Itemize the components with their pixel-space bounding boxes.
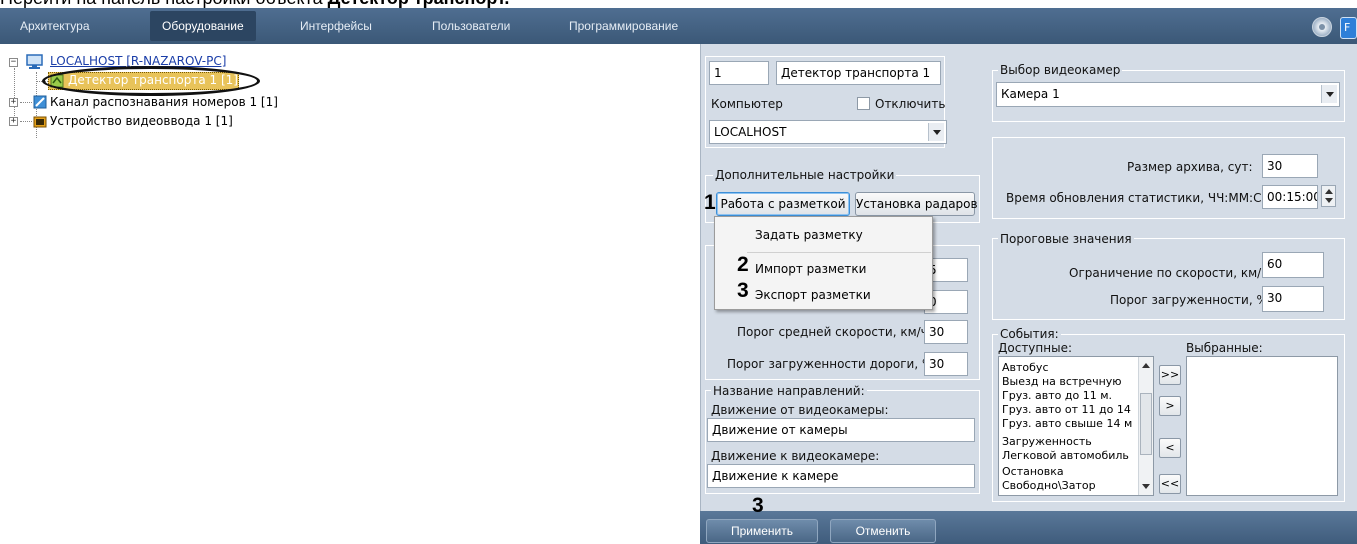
speed-limit-label: Ограничение по скорости, км/ч — [1069, 266, 1269, 280]
chevron-down-icon — [1321, 85, 1337, 103]
menu-item-export-markup[interactable]: Экспорт разметки — [755, 288, 871, 302]
main-menu-bar: Архитектура Оборудование Интерфейсы Поль… — [0, 8, 1357, 44]
step-2-marker: 2 — [737, 253, 749, 276]
scroll-up-icon[interactable] — [1142, 363, 1150, 368]
collapse-icon[interactable]: − — [9, 58, 18, 67]
road-load-label: Порог загруженности дороги, % — [727, 357, 934, 371]
expand-icon[interactable]: + — [9, 117, 18, 126]
camera-select[interactable]: Камера 1 — [996, 82, 1340, 107]
computer-select[interactable]: LOCALHOST — [709, 120, 947, 144]
list-item[interactable]: Груз. авто до 11 м. — [1002, 389, 1112, 402]
stats-update-spinner[interactable] — [1321, 185, 1336, 207]
events-available-list[interactable]: Автобус Выезд на встречную Груз. авто до… — [998, 356, 1154, 496]
video-input-icon — [33, 116, 47, 128]
load-threshold-label: Порог загруженности, % — [1110, 293, 1268, 307]
add-all-button[interactable]: >> — [1159, 365, 1181, 385]
stats-update-label: Время обновления статистики, ЧЧ:ММ:СС: — [1006, 191, 1274, 205]
remove-button[interactable]: < — [1159, 438, 1181, 458]
tab-architecture[interactable]: Архитектура — [8, 11, 102, 41]
computer-icon — [26, 54, 43, 69]
menu-item-set-markup[interactable]: Задать разметку — [755, 228, 863, 242]
tree-item-video-label[interactable]: Устройство видеоввода 1 [1] — [50, 114, 233, 128]
list-item[interactable]: Груз. авто свыше 14 м — [1002, 417, 1132, 430]
direction-from-field[interactable]: Движение от камеры — [707, 418, 975, 442]
direction-to-label: Движение к видеокамере: — [711, 449, 880, 463]
cancel-button[interactable]: Отменить — [830, 519, 936, 543]
list-item[interactable]: Свободно\Затор — [1002, 479, 1096, 492]
disable-checkbox[interactable] — [857, 97, 870, 110]
chevron-down-icon — [928, 123, 944, 141]
direction-to-field[interactable]: Движение к камере — [707, 464, 975, 488]
computer-label: Компьютер — [711, 97, 783, 111]
scroll-thumb[interactable] — [1140, 393, 1152, 455]
tab-users[interactable]: Пользователи — [420, 11, 522, 41]
menu-item-import-markup[interactable]: Импорт разметки — [755, 262, 866, 276]
list-item[interactable]: Груз. авто от 11 до 14 — [1002, 403, 1131, 416]
remove-all-button[interactable]: << — [1159, 474, 1181, 494]
list-item[interactable]: Выезд на встречную — [1002, 375, 1122, 388]
step-3-apply-marker: 3 — [752, 494, 764, 517]
avg-speed-field[interactable]: 30 — [924, 320, 968, 344]
tab-equipment[interactable]: Оборудование — [150, 11, 256, 41]
caption-text: Перейти на панель настройки объекта Дете… — [0, 0, 509, 8]
step-1-marker: 1 — [704, 191, 716, 214]
archive-size-field[interactable]: 30 — [1262, 154, 1318, 178]
object-id-field[interactable]: 1 — [709, 61, 769, 85]
events-group-label: События: — [998, 327, 1061, 341]
events-selected-label: Выбранные: — [1186, 341, 1263, 355]
object-name-field[interactable]: Детектор транспорта 1 — [776, 61, 941, 85]
avg-speed-label: Порог средней скорости, км/ч — [737, 325, 928, 339]
markup-button[interactable]: Работа с разметкой — [716, 192, 850, 216]
list-item[interactable]: Загруженность — [1002, 435, 1092, 448]
speed-limit-field[interactable]: 60 — [1262, 252, 1324, 278]
list-item[interactable]: Остановка — [1002, 465, 1064, 478]
additional-settings-label: Дополнительные настройки — [713, 168, 897, 182]
direction-from-label: Движение от видеокамеры: — [711, 403, 889, 417]
archive-size-label: Размер архива, сут: — [1127, 160, 1253, 174]
road-load-field[interactable]: 30 — [924, 352, 968, 376]
directions-group-label: Название направлений: — [711, 384, 867, 398]
tab-programming[interactable]: Программирование — [557, 11, 690, 41]
add-button[interactable]: > — [1159, 396, 1181, 416]
recognition-channel-icon — [33, 95, 47, 109]
tab-interfaces[interactable]: Интерфейсы — [288, 11, 384, 41]
camera-select-value: Камера 1 — [1001, 87, 1060, 101]
load-threshold-field[interactable]: 30 — [1262, 286, 1324, 312]
gear-icon[interactable] — [1312, 17, 1332, 37]
highlight-ellipse — [42, 66, 260, 96]
object-tree: − LOCALHOST [R-NAZAROV-PC] Детектор тран… — [0, 44, 700, 544]
events-available-label: Доступные: — [998, 341, 1072, 355]
menu-separator — [747, 252, 931, 253]
stats-update-field[interactable]: 00:15:00 — [1262, 185, 1318, 209]
apply-button[interactable]: Применить — [706, 519, 818, 543]
scroll-down-icon[interactable] — [1142, 484, 1150, 489]
step-3-marker: 3 — [737, 279, 749, 302]
radar-button[interactable]: Установка радаров — [855, 192, 978, 216]
events-selected-list[interactable] — [1186, 356, 1338, 496]
disable-label: Отключить — [875, 97, 946, 111]
camera-group-label: Выбор видеокамер — [998, 63, 1123, 77]
list-item[interactable]: Автобус — [1002, 361, 1049, 374]
footer-bar: Применить Отменить — [700, 511, 1357, 544]
computer-select-value: LOCALHOST — [714, 125, 787, 139]
expand-icon[interactable]: + — [9, 98, 18, 107]
caption-prefix: Перейти на панель настройки объекта — [0, 0, 328, 8]
tree-item-channel-label[interactable]: Канал распознавания номеров 1 [1] — [50, 95, 278, 109]
help-button[interactable]: F — [1340, 17, 1357, 39]
list-item[interactable]: Легковой автомобиль — [1002, 449, 1129, 462]
events-scrollbar[interactable] — [1138, 357, 1153, 495]
caption-bold: Детектор транспорт. — [328, 0, 510, 8]
thresholds-group-label: Пороговые значения — [998, 232, 1134, 246]
